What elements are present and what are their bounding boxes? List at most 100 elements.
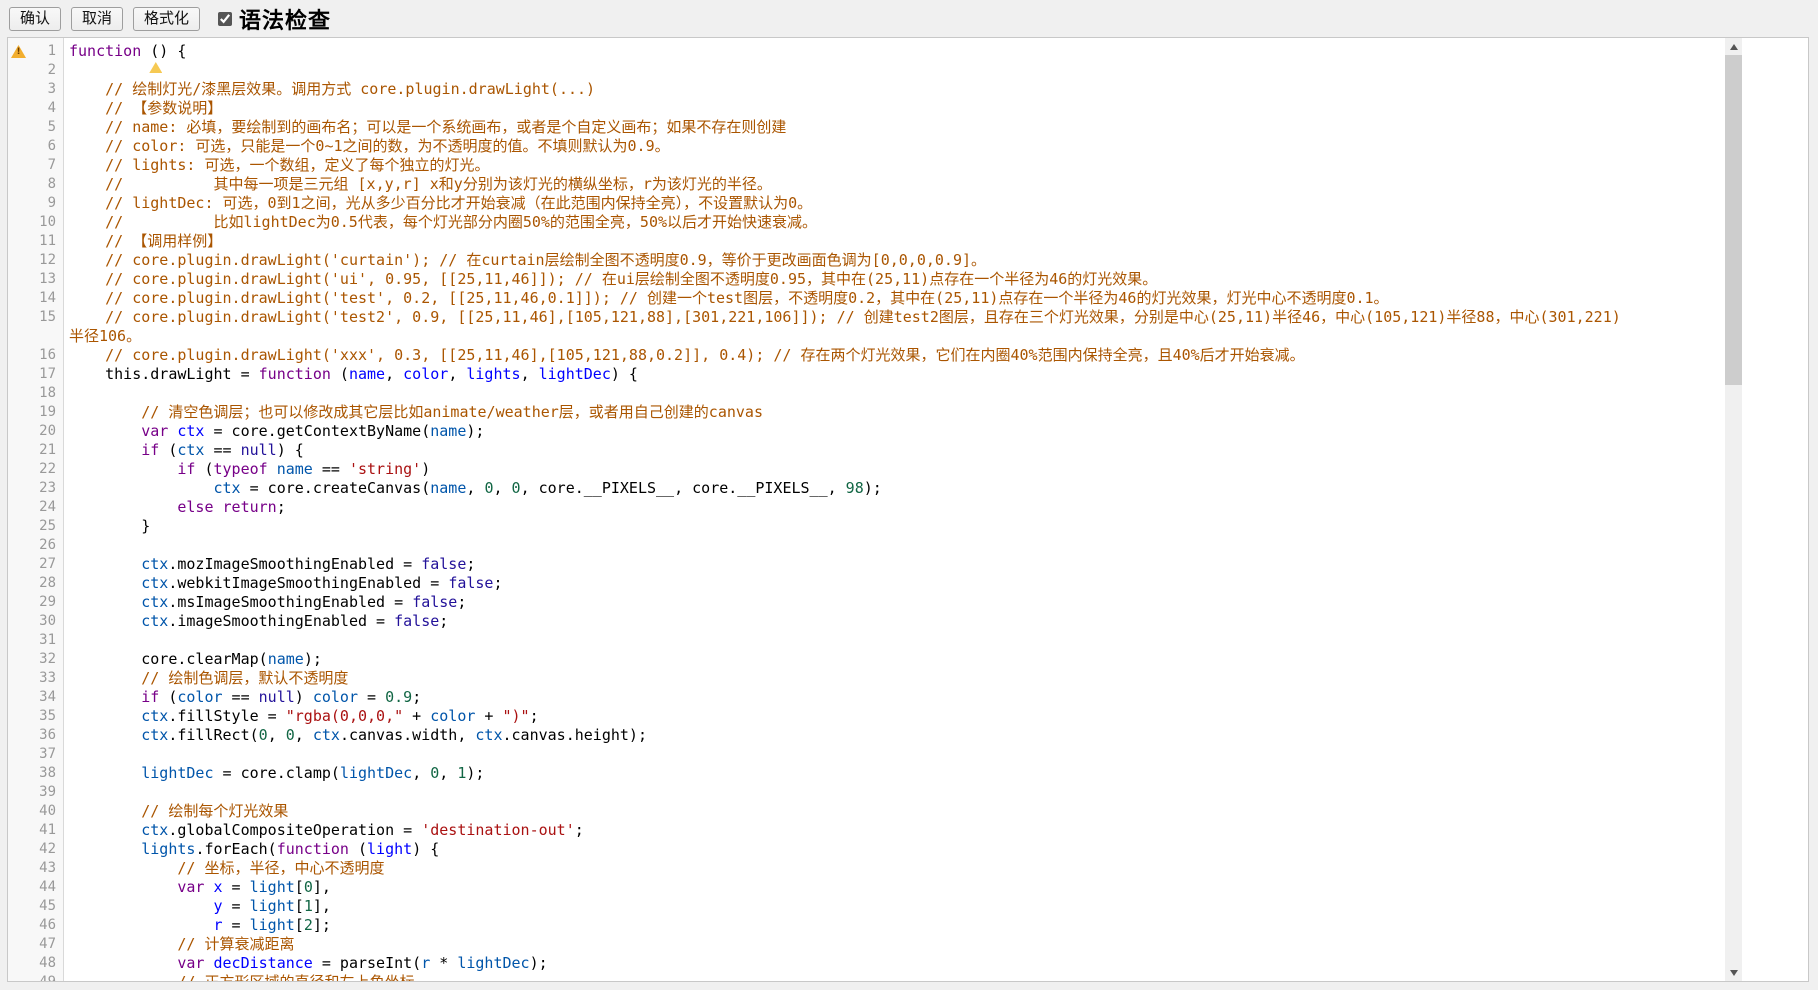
- line-number: 2: [8, 61, 63, 80]
- line-number: 13: [8, 270, 63, 289]
- line-number: 37: [8, 745, 63, 764]
- code-line: ctx.globalCompositeOperation = 'destinat…: [69, 821, 1725, 840]
- code-line: ctx.webkitImageSmoothingEnabled = false;: [69, 574, 1725, 593]
- line-number: 27: [8, 555, 63, 574]
- line-number: 32: [8, 650, 63, 669]
- syntax-check-label: 语法检查: [239, 3, 331, 35]
- code-line: // 绘制每个灯光效果: [69, 802, 1725, 821]
- code-line: // 【调用样例】: [69, 232, 1725, 251]
- code-line: // 其中每一项是三元组 [x,y,r] x和y分别为该灯光的横纵坐标，r为该灯…: [69, 175, 1725, 194]
- line-number: 6: [8, 137, 63, 156]
- code-line: [69, 384, 1725, 403]
- syntax-check-checkbox[interactable]: [218, 12, 232, 26]
- code-line: // color: 可选，只能是一个0~1之间的数，为不透明度的值。不填则默认为…: [69, 137, 1725, 156]
- line-number: 40: [8, 802, 63, 821]
- code-line: [69, 631, 1725, 650]
- cancel-button[interactable]: 取消: [71, 7, 123, 31]
- code-line: [69, 61, 1725, 80]
- line-number: 19: [8, 403, 63, 422]
- line-number: 33: [8, 669, 63, 688]
- line-number: 5: [8, 118, 63, 137]
- line-number: 20: [8, 422, 63, 441]
- line-number: 3: [8, 80, 63, 99]
- line-number: 46: [8, 916, 63, 935]
- code-line: // 绘制色调层，默认不透明度: [69, 669, 1725, 688]
- code-line: lightDec = core.clamp(lightDec, 0, 1);: [69, 764, 1725, 783]
- code-line: ctx.msImageSmoothingEnabled = false;: [69, 593, 1725, 612]
- scrollbar-down-button[interactable]: [1725, 964, 1742, 981]
- code-line: // 清空色调层；也可以修改成其它层比如animate/weather层，或者用…: [69, 403, 1725, 422]
- code-line: // core.plugin.drawLight('ui', 0.95, [[2…: [69, 270, 1725, 289]
- line-number: 47: [8, 935, 63, 954]
- line-number: 43: [8, 859, 63, 878]
- line-number: 10: [8, 213, 63, 232]
- code-line: r = light[2];: [69, 916, 1725, 935]
- line-number: 21: [8, 441, 63, 460]
- code-line: // core.plugin.drawLight('curtain'); // …: [69, 251, 1725, 270]
- code-line: }: [69, 517, 1725, 536]
- line-number: 24: [8, 498, 63, 517]
- code-line: // 绘制灯光/漆黑层效果。调用方式 core.plugin.drawLight…: [69, 80, 1725, 99]
- line-number: 7: [8, 156, 63, 175]
- line-number: 9: [8, 194, 63, 213]
- code-line: [69, 745, 1725, 764]
- line-number: 39: [8, 783, 63, 802]
- scrollbar-thumb[interactable]: [1725, 55, 1742, 385]
- code-line: // core.plugin.drawLight('test', 0.2, [[…: [69, 289, 1725, 308]
- line-number: 8: [8, 175, 63, 194]
- code-line: var decDistance = parseInt(r * lightDec)…: [69, 954, 1725, 973]
- page: { "toolbar": { "confirm_label": "确认", "c…: [0, 0, 1818, 990]
- line-number: 28: [8, 574, 63, 593]
- code-line: this.drawLight = function (name, color, …: [69, 365, 1725, 384]
- line-number: 45: [8, 897, 63, 916]
- line-number: 16: [8, 346, 63, 365]
- code-line: else return;: [69, 498, 1725, 517]
- line-number: 14: [8, 289, 63, 308]
- code-line: // core.plugin.drawLight('xxx', 0.3, [[2…: [69, 346, 1725, 365]
- vertical-scrollbar[interactable]: [1725, 38, 1742, 981]
- line-number: 15: [8, 308, 63, 327]
- line-number: 31: [8, 631, 63, 650]
- code-line: 半径106。: [69, 327, 1725, 346]
- line-number: [8, 327, 63, 346]
- code-line: ctx.imageSmoothingEnabled = false;: [69, 612, 1725, 631]
- lint-warning-icon: !: [11, 45, 26, 58]
- format-button[interactable]: 格式化: [133, 7, 200, 31]
- line-number: 4: [8, 99, 63, 118]
- code-line: [69, 536, 1725, 555]
- line-number: 29: [8, 593, 63, 612]
- code-line: if (color == null) color = 0.9;: [69, 688, 1725, 707]
- code-line: ctx = core.createCanvas(name, 0, 0, core…: [69, 479, 1725, 498]
- code-line: y = light[1],: [69, 897, 1725, 916]
- line-number: !1: [8, 42, 63, 61]
- line-number: 12: [8, 251, 63, 270]
- code-line: var ctx = core.getContextByName(name);: [69, 422, 1725, 441]
- editor-inner: !123456789101112131415161718192021222324…: [8, 38, 1808, 981]
- code-editor[interactable]: !123456789101112131415161718192021222324…: [7, 37, 1809, 982]
- code-line: function () {: [69, 42, 1725, 61]
- code-line: // 计算衰减距离: [69, 935, 1725, 954]
- line-number: 18: [8, 384, 63, 403]
- code-line: ctx.mozImageSmoothingEnabled = false;: [69, 555, 1725, 574]
- line-number: 48: [8, 954, 63, 973]
- code-line: // 【参数说明】: [69, 99, 1725, 118]
- line-number: 30: [8, 612, 63, 631]
- code-line: // lightDec: 可选，0到1之间，光从多少百分比才开始衰减（在此范围内…: [69, 194, 1725, 213]
- line-number: 34: [8, 688, 63, 707]
- confirm-button[interactable]: 确认: [9, 7, 61, 31]
- line-number: 22: [8, 460, 63, 479]
- line-number: 26: [8, 536, 63, 555]
- code-line: // name: 必填，要绘制到的画布名；可以是一个系统画布，或者是个自定义画布…: [69, 118, 1725, 137]
- code-line: ctx.fillRect(0, 0, ctx.canvas.width, ctx…: [69, 726, 1725, 745]
- scrollbar-up-button[interactable]: [1725, 38, 1742, 55]
- code-line: [69, 783, 1725, 802]
- code-line: // core.plugin.drawLight('test2', 0.9, […: [69, 308, 1725, 327]
- code-line: // lights: 可选，一个数组，定义了每个独立的灯光。: [69, 156, 1725, 175]
- line-number: 49: [8, 973, 63, 982]
- code-line: var x = light[0],: [69, 878, 1725, 897]
- line-number: 42: [8, 840, 63, 859]
- toolbar: 确认 取消 格式化 语法检查: [0, 0, 1818, 37]
- line-number: 17: [8, 365, 63, 384]
- line-number: 41: [8, 821, 63, 840]
- code-area[interactable]: function () { // 绘制灯光/漆黑层效果。调用方式 core.pl…: [64, 38, 1725, 981]
